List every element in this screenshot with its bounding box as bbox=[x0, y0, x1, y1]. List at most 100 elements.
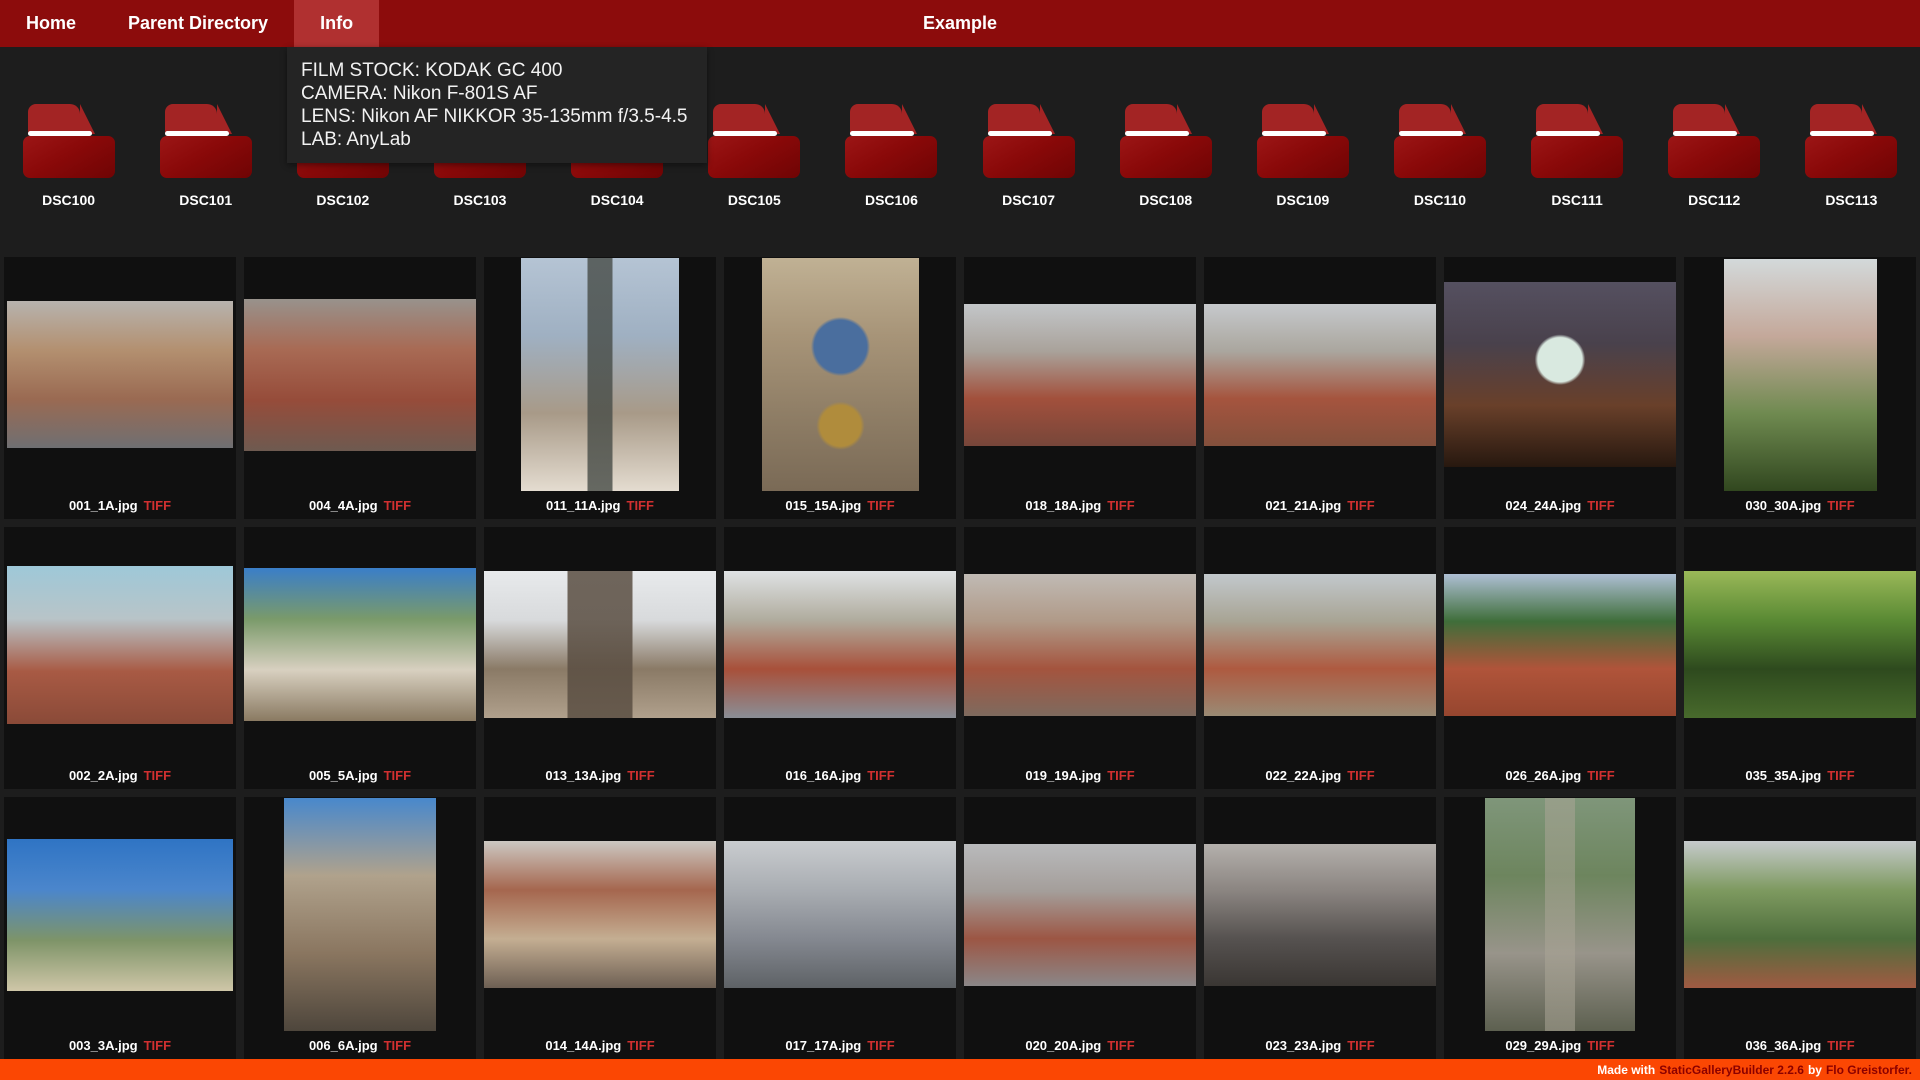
thumbnail-image[interactable] bbox=[724, 841, 956, 988]
thumbnail-image[interactable] bbox=[1485, 798, 1635, 1031]
thumbnail-filename-link[interactable]: 003_3A.jpg bbox=[69, 1038, 138, 1053]
gallery-cell: 026_26A.jpg TIFF bbox=[1444, 527, 1676, 789]
thumbnail-image[interactable] bbox=[484, 841, 716, 988]
thumbnail-tiff-link[interactable]: TIFF bbox=[1107, 768, 1134, 783]
thumbnail-tiff-link[interactable]: TIFF bbox=[1587, 1038, 1614, 1053]
thumbnail-image[interactable] bbox=[284, 798, 436, 1031]
folder-item-dsc107[interactable]: DSC107 bbox=[960, 104, 1097, 208]
thumbnail-tiff-link[interactable]: TIFF bbox=[867, 1038, 894, 1053]
folder-label: DSC111 bbox=[1551, 192, 1603, 208]
thumbnail-caption: 013_13A.jpg TIFF bbox=[484, 762, 716, 789]
thumbnail-filename-link[interactable]: 026_26A.jpg bbox=[1505, 768, 1581, 783]
folder-item-dsc112[interactable]: DSC112 bbox=[1646, 104, 1783, 208]
thumbnail-filename-link[interactable]: 014_14A.jpg bbox=[545, 1038, 621, 1053]
thumbnail-image[interactable] bbox=[1204, 573, 1436, 716]
thumbnail-tiff-link[interactable]: TIFF bbox=[1587, 498, 1614, 513]
thumbnail-tiff-link[interactable]: TIFF bbox=[144, 498, 171, 513]
thumbnail-image[interactable] bbox=[964, 573, 1196, 716]
thumbnail-area bbox=[1684, 527, 1916, 762]
thumbnail-filename-link[interactable]: 001_1A.jpg bbox=[69, 498, 138, 513]
thumbnail-filename-link[interactable]: 019_19A.jpg bbox=[1025, 768, 1101, 783]
folder-item-dsc100[interactable]: DSC100 bbox=[0, 104, 137, 208]
folder-item-dsc101[interactable]: DSC101 bbox=[137, 104, 274, 208]
thumbnail-filename-link[interactable]: 020_20A.jpg bbox=[1025, 1038, 1101, 1053]
thumbnail-image[interactable] bbox=[1723, 258, 1877, 491]
thumbnail-image[interactable] bbox=[521, 258, 679, 491]
thumbnail-tiff-link[interactable]: TIFF bbox=[384, 1038, 411, 1053]
thumbnail-tiff-link[interactable]: TIFF bbox=[1107, 1038, 1134, 1053]
thumbnail-filename-link[interactable]: 015_15A.jpg bbox=[785, 498, 861, 513]
nav-item-label: Info bbox=[320, 13, 354, 33]
thumbnail-tiff-link[interactable]: TIFF bbox=[1347, 768, 1374, 783]
thumbnail-tiff-link[interactable]: TIFF bbox=[1347, 1038, 1374, 1053]
thumbnail-filename-link[interactable]: 029_29A.jpg bbox=[1505, 1038, 1581, 1053]
thumbnail-tiff-link[interactable]: TIFF bbox=[1827, 768, 1854, 783]
thumbnail-caption: 029_29A.jpg TIFF bbox=[1444, 1032, 1676, 1059]
thumbnail-image[interactable] bbox=[964, 303, 1196, 446]
thumbnail-filename-link[interactable]: 018_18A.jpg bbox=[1025, 498, 1101, 513]
folder-item-dsc108[interactable]: DSC108 bbox=[1097, 104, 1234, 208]
nav-item-info[interactable]: Info bbox=[294, 0, 380, 47]
thumbnail-tiff-link[interactable]: TIFF bbox=[627, 1038, 654, 1053]
thumbnail-caption: 002_2A.jpg TIFF bbox=[4, 762, 236, 789]
thumbnail-image[interactable] bbox=[7, 838, 233, 991]
thumbnail-image[interactable] bbox=[484, 571, 716, 718]
thumbnail-image[interactable] bbox=[1684, 571, 1916, 718]
thumbnail-image[interactable] bbox=[1204, 843, 1436, 986]
thumbnail-filename-link[interactable]: 017_17A.jpg bbox=[785, 1038, 861, 1053]
thumbnail-area bbox=[964, 257, 1196, 492]
thumbnail-filename-link[interactable]: 011_11A.jpg bbox=[546, 498, 620, 513]
thumbnail-filename-link[interactable]: 016_16A.jpg bbox=[785, 768, 861, 783]
nav-item-label: Parent Directory bbox=[128, 13, 269, 33]
thumbnail-image[interactable] bbox=[244, 568, 476, 721]
thumbnail-tiff-link[interactable]: TIFF bbox=[1587, 768, 1614, 783]
folder-item-dsc113[interactable]: DSC113 bbox=[1783, 104, 1920, 208]
thumbnail-tiff-link[interactable]: TIFF bbox=[144, 768, 171, 783]
thumbnail-tiff-link[interactable]: TIFF bbox=[867, 768, 894, 783]
thumbnail-filename-link[interactable]: 021_21A.jpg bbox=[1265, 498, 1341, 513]
thumbnail-image[interactable] bbox=[1444, 282, 1676, 467]
thumbnail-image[interactable] bbox=[7, 301, 233, 448]
thumbnail-tiff-link[interactable]: TIFF bbox=[1107, 498, 1134, 513]
thumbnail-image[interactable] bbox=[964, 843, 1196, 986]
thumbnail-image[interactable] bbox=[1684, 841, 1916, 988]
thumbnail-filename-link[interactable]: 035_35A.jpg bbox=[1745, 768, 1821, 783]
gallery-cell: 029_29A.jpg TIFF bbox=[1444, 797, 1676, 1059]
thumbnail-filename-link[interactable]: 006_6A.jpg bbox=[309, 1038, 378, 1053]
footer-builder-link[interactable]: StaticGalleryBuilder 2.2.6 bbox=[1659, 1063, 1804, 1077]
thumbnail-tiff-link[interactable]: TIFF bbox=[627, 498, 654, 513]
nav-item-home[interactable]: Home bbox=[0, 0, 102, 47]
thumbnail-tiff-link[interactable]: TIFF bbox=[867, 498, 894, 513]
thumbnail-filename-link[interactable]: 004_4A.jpg bbox=[309, 498, 378, 513]
footer-author-link[interactable]: Flo Greistorfer. bbox=[1826, 1063, 1912, 1077]
thumbnail-filename-link[interactable]: 023_23A.jpg bbox=[1265, 1038, 1341, 1053]
thumbnail-tiff-link[interactable]: TIFF bbox=[144, 1038, 171, 1053]
thumbnail-filename-link[interactable]: 002_2A.jpg bbox=[69, 768, 138, 783]
thumbnail-tiff-link[interactable]: TIFF bbox=[1827, 498, 1854, 513]
folder-item-dsc110[interactable]: DSC110 bbox=[1371, 104, 1508, 208]
thumbnail-image[interactable] bbox=[1444, 573, 1676, 716]
thumbnail-tiff-link[interactable]: TIFF bbox=[384, 768, 411, 783]
thumbnail-filename-link[interactable]: 013_13A.jpg bbox=[545, 768, 621, 783]
thumbnail-caption: 005_5A.jpg TIFF bbox=[244, 762, 476, 789]
thumbnail-filename-link[interactable]: 005_5A.jpg bbox=[309, 768, 378, 783]
folder-item-dsc111[interactable]: DSC111 bbox=[1509, 104, 1646, 208]
thumbnail-caption: 024_24A.jpg TIFF bbox=[1444, 492, 1676, 519]
thumbnail-caption: 026_26A.jpg TIFF bbox=[1444, 762, 1676, 789]
thumbnail-tiff-link[interactable]: TIFF bbox=[1347, 498, 1374, 513]
thumbnail-tiff-link[interactable]: TIFF bbox=[627, 768, 654, 783]
thumbnail-image[interactable] bbox=[761, 258, 919, 491]
folder-item-dsc109[interactable]: DSC109 bbox=[1234, 104, 1371, 208]
thumbnail-image[interactable] bbox=[1204, 303, 1436, 446]
thumbnail-filename-link[interactable]: 036_36A.jpg bbox=[1745, 1038, 1821, 1053]
folder-item-dsc106[interactable]: DSC106 bbox=[823, 104, 960, 208]
thumbnail-filename-link[interactable]: 024_24A.jpg bbox=[1505, 498, 1581, 513]
thumbnail-tiff-link[interactable]: TIFF bbox=[384, 498, 411, 513]
thumbnail-image[interactable] bbox=[7, 565, 233, 724]
thumbnail-image[interactable] bbox=[244, 298, 476, 451]
thumbnail-tiff-link[interactable]: TIFF bbox=[1827, 1038, 1854, 1053]
thumbnail-filename-link[interactable]: 030_30A.jpg bbox=[1745, 498, 1821, 513]
nav-item-parent-directory[interactable]: Parent Directory bbox=[102, 0, 294, 47]
thumbnail-filename-link[interactable]: 022_22A.jpg bbox=[1265, 768, 1341, 783]
thumbnail-image[interactable] bbox=[724, 571, 956, 718]
